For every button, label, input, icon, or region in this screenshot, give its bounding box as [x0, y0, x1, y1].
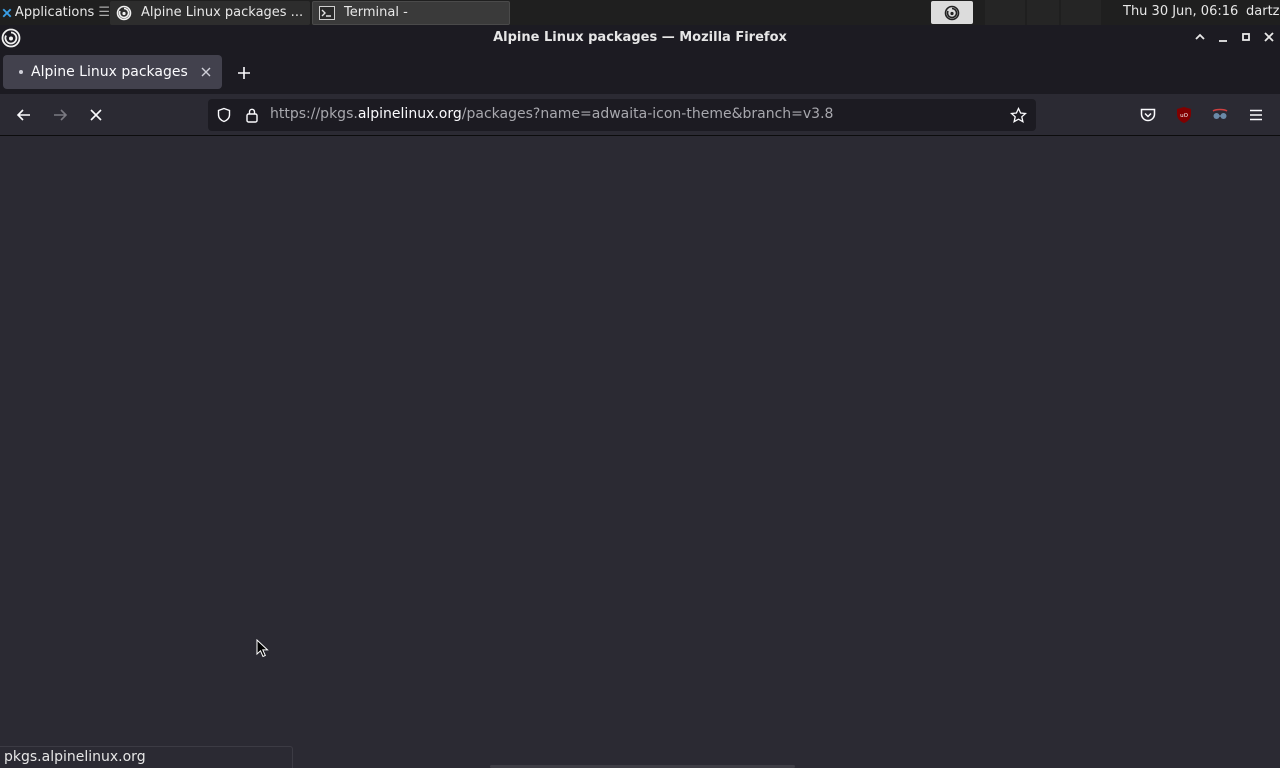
taskbar-item-terminal[interactable]: Terminal - [312, 0, 510, 25]
url-host: alpinelinux.org [357, 106, 462, 122]
firefox-icon [116, 5, 132, 20]
url-scheme: https://pkgs. [270, 106, 358, 122]
close-window-icon[interactable] [1261, 29, 1277, 45]
mouse-cursor-icon [256, 639, 269, 658]
taskbar-item-label: Terminal - [344, 5, 408, 20]
panel-clock[interactable]: Thu 30 Jun, 06:16 [1123, 4, 1238, 19]
window-title: Alpine Linux packages — Mozilla Firefox [493, 30, 787, 45]
forward-arrow-icon[interactable] [51, 106, 69, 124]
firefox-icon [944, 5, 960, 20]
tab-strip: Alpine Linux packages [0, 50, 1280, 94]
desktop-panel: Applications ☰ Alpine Linux packages ...… [0, 0, 1280, 25]
ublock-origin-icon[interactable]: uO [1175, 106, 1193, 124]
tracking-protection-shield-icon[interactable] [216, 107, 232, 123]
close-tab-icon[interactable] [199, 65, 213, 79]
applications-menu-button[interactable]: Applications ☰ [0, 0, 110, 25]
maximize-window-icon[interactable] [1238, 29, 1254, 45]
applications-label: Applications [14, 5, 95, 20]
status-panel: pkgs.alpinelinux.org [0, 746, 293, 768]
taskbar-item-label: Alpine Linux packages ... [141, 5, 304, 20]
url-text[interactable]: https://pkgs.alpinelinux.org/packages?na… [270, 106, 833, 122]
xfce-logo-icon [2, 8, 12, 17]
panel-firefox-launcher[interactable] [931, 1, 973, 24]
workspace-3[interactable] [1027, 0, 1059, 25]
bookmark-star-icon[interactable] [1010, 107, 1027, 124]
taskbar-item-firefox[interactable]: Alpine Linux packages ... [110, 0, 310, 25]
loading-indicator-icon [19, 70, 23, 74]
url-bar[interactable]: https://pkgs.alpinelinux.org/packages?na… [208, 99, 1036, 131]
extension-mask-icon[interactable] [1211, 106, 1229, 124]
menu-separator-icon: ☰ [98, 5, 110, 20]
workspace-4[interactable] [1061, 0, 1101, 25]
url-path: /packages?name=adwaita-icon-theme&branch… [461, 106, 834, 122]
panel-user[interactable]: dartz [1246, 4, 1279, 19]
tab-alpine-packages[interactable]: Alpine Linux packages [3, 55, 222, 89]
stop-loading-icon[interactable] [87, 106, 105, 124]
terminal-icon [319, 5, 335, 20]
window-titlebar[interactable]: Alpine Linux packages — Mozilla Firefox [0, 25, 1280, 50]
navigation-toolbar: https://pkgs.alpinelinux.org/packages?na… [0, 94, 1280, 136]
back-arrow-icon[interactable] [15, 106, 33, 124]
workspace-2[interactable] [985, 0, 1025, 25]
lock-icon[interactable] [244, 107, 260, 123]
shade-window-icon[interactable] [1192, 29, 1208, 45]
tab-label: Alpine Linux packages [31, 64, 188, 80]
hamburger-menu-icon[interactable] [1247, 106, 1265, 124]
minimize-window-icon[interactable] [1215, 29, 1231, 45]
page-content-area[interactable] [0, 137, 1280, 768]
svg-text:uO: uO [1180, 113, 1188, 119]
new-tab-icon[interactable] [235, 64, 253, 82]
pocket-icon[interactable] [1139, 106, 1157, 124]
